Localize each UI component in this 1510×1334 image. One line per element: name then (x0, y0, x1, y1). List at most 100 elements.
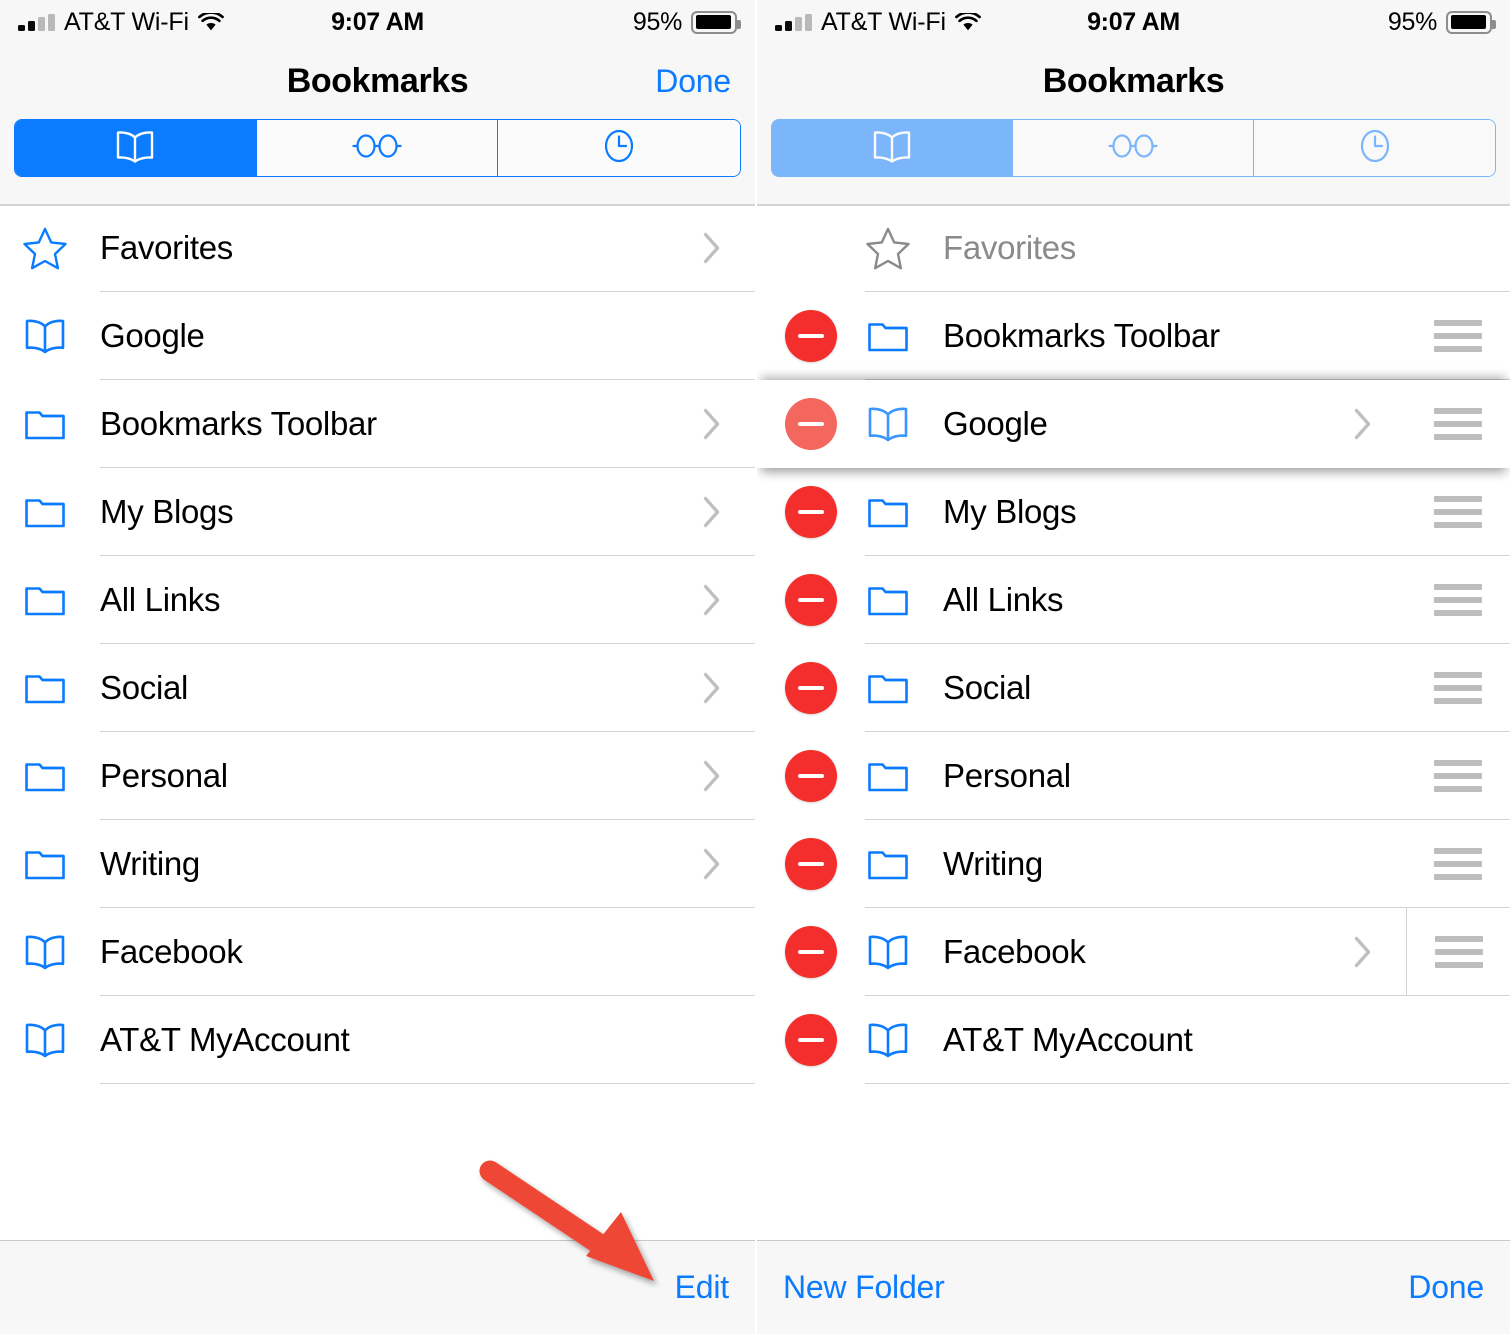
delete-row-button[interactable] (757, 398, 865, 450)
bookmark-row[interactable]: All Links (757, 556, 1510, 644)
star-icon (22, 226, 100, 270)
wifi-icon (954, 12, 981, 32)
left-bottom-toolbar: Edit (0, 1240, 755, 1334)
bookmark-row[interactable]: Favorites (757, 204, 1510, 292)
reorder-handle[interactable] (1406, 908, 1510, 996)
chevron-right-icon (703, 408, 720, 440)
reorder-handle[interactable] (1406, 672, 1510, 704)
minus-circle-icon (785, 310, 837, 362)
bookmark-label: Facebook (943, 933, 1086, 970)
bookmark-row[interactable]: Social (757, 644, 1510, 732)
folder-icon (22, 844, 100, 884)
reorder-handle[interactable] (1406, 496, 1510, 528)
left-bookmark-list[interactable]: Favorites Google Bookmarks Toolbar My Blogs… (0, 204, 755, 1240)
bookmark-row[interactable]: Bookmarks Toolbar (757, 292, 1510, 380)
minus-circle-icon (785, 750, 837, 802)
bookmark-row[interactable]: Google (0, 292, 755, 380)
bookmark-row[interactable]: Writing (0, 820, 755, 908)
bookmark-row[interactable]: Facebook (757, 908, 1510, 996)
carrier-label: AT&T Wi-Fi (821, 7, 946, 36)
bookmark-label: Personal (100, 757, 228, 794)
reorder-handle[interactable] (1406, 408, 1510, 440)
delete-row-button[interactable] (757, 310, 865, 362)
done-button[interactable]: Done (655, 63, 731, 100)
carrier-label: AT&T Wi-Fi (64, 7, 189, 36)
delete-row-button[interactable] (757, 926, 865, 978)
delete-row-button[interactable] (757, 838, 865, 890)
book-icon (865, 1020, 943, 1060)
reading-list-tab[interactable] (1013, 120, 1254, 176)
reorder-handle[interactable] (1406, 760, 1510, 792)
star-icon (865, 226, 943, 270)
edit-button[interactable]: Edit (675, 1269, 730, 1306)
status-bar: AT&T Wi-Fi 9:07 AM 95% (0, 0, 755, 44)
folder-icon (22, 668, 100, 708)
battery-percent-label: 95% (1387, 7, 1437, 36)
book-icon (871, 128, 913, 169)
reading-list-tab[interactable] (256, 120, 499, 176)
book-icon (114, 128, 156, 169)
delete-row-button[interactable] (757, 486, 865, 538)
bookmark-row[interactable]: Bookmarks Toolbar (0, 380, 755, 468)
folder-icon (22, 756, 100, 796)
page-title: Bookmarks (1042, 62, 1225, 100)
new-folder-button[interactable]: New Folder (783, 1269, 945, 1306)
book-icon (22, 932, 100, 972)
book-icon (22, 316, 100, 356)
bookmark-row[interactable]: Social (0, 644, 755, 732)
bookmark-label: Bookmarks Toolbar (100, 405, 377, 442)
bookmarks-tab[interactable] (15, 120, 257, 176)
bookmark-label: Favorites (943, 229, 1077, 266)
chevron-right-icon (703, 496, 720, 528)
minus-circle-icon (785, 398, 837, 450)
bookmark-row[interactable]: Favorites (0, 204, 755, 292)
bookmark-row[interactable]: Facebook (0, 908, 755, 996)
chevron-right-icon (703, 584, 720, 616)
bookmark-label: Google (943, 405, 1048, 442)
bookmark-row[interactable]: All Links (0, 556, 755, 644)
reorder-handle[interactable] (1406, 320, 1510, 352)
delete-row-button[interactable] (757, 574, 865, 626)
right-bottom-toolbar: New Folder Done (757, 1240, 1510, 1334)
reorder-handle[interactable] (1406, 584, 1510, 616)
segmented-control[interactable] (771, 119, 1496, 177)
minus-circle-icon (785, 486, 837, 538)
folder-icon (22, 404, 100, 444)
folder-icon (865, 316, 943, 356)
bookmark-row[interactable]: AT&T MyAccount (757, 996, 1510, 1084)
bookmark-label: Google (100, 317, 205, 354)
chevron-right-icon (703, 672, 720, 704)
bookmark-row[interactable]: My Blogs (757, 468, 1510, 556)
history-tab[interactable] (498, 120, 740, 176)
book-icon (865, 404, 943, 444)
bookmark-row[interactable]: Personal (0, 732, 755, 820)
reorder-handle[interactable] (1406, 848, 1510, 880)
delete-row-button[interactable] (757, 1014, 865, 1066)
chevron-right-icon (1354, 408, 1371, 440)
bookmark-label: Social (943, 669, 1032, 706)
minus-circle-icon (785, 1014, 837, 1066)
chevron-right-icon (703, 760, 720, 792)
segmented-control[interactable] (14, 119, 741, 177)
cellular-signal-icon (18, 13, 55, 31)
status-left: AT&T Wi-Fi (775, 8, 981, 37)
chevron-right-icon (703, 848, 720, 880)
done-button[interactable]: Done (1408, 1269, 1484, 1306)
delete-row-button[interactable] (757, 662, 865, 714)
right-bookmark-list[interactable]: Favorites Bookmarks Toolbar Google My Blogs… (757, 204, 1510, 1240)
delete-row-button[interactable] (757, 750, 865, 802)
history-tab[interactable] (1254, 120, 1495, 176)
bookmark-row[interactable]: AT&T MyAccount (0, 996, 755, 1084)
row-separator (100, 1082, 755, 1084)
bookmark-row[interactable]: My Blogs (0, 468, 755, 556)
status-left: AT&T Wi-Fi (18, 8, 224, 37)
bookmark-label: Facebook (100, 933, 243, 970)
clock-icon (1359, 128, 1391, 169)
bookmark-label: AT&T MyAccount (100, 1021, 350, 1058)
bookmarks-tab[interactable] (772, 120, 1013, 176)
bookmark-row[interactable]: Personal (757, 732, 1510, 820)
bookmark-row[interactable]: Google (757, 380, 1510, 468)
bookmark-row[interactable]: Writing (757, 820, 1510, 908)
folder-icon (865, 580, 943, 620)
status-bar: AT&T Wi-Fi 9:07 AM 95% (757, 0, 1510, 44)
